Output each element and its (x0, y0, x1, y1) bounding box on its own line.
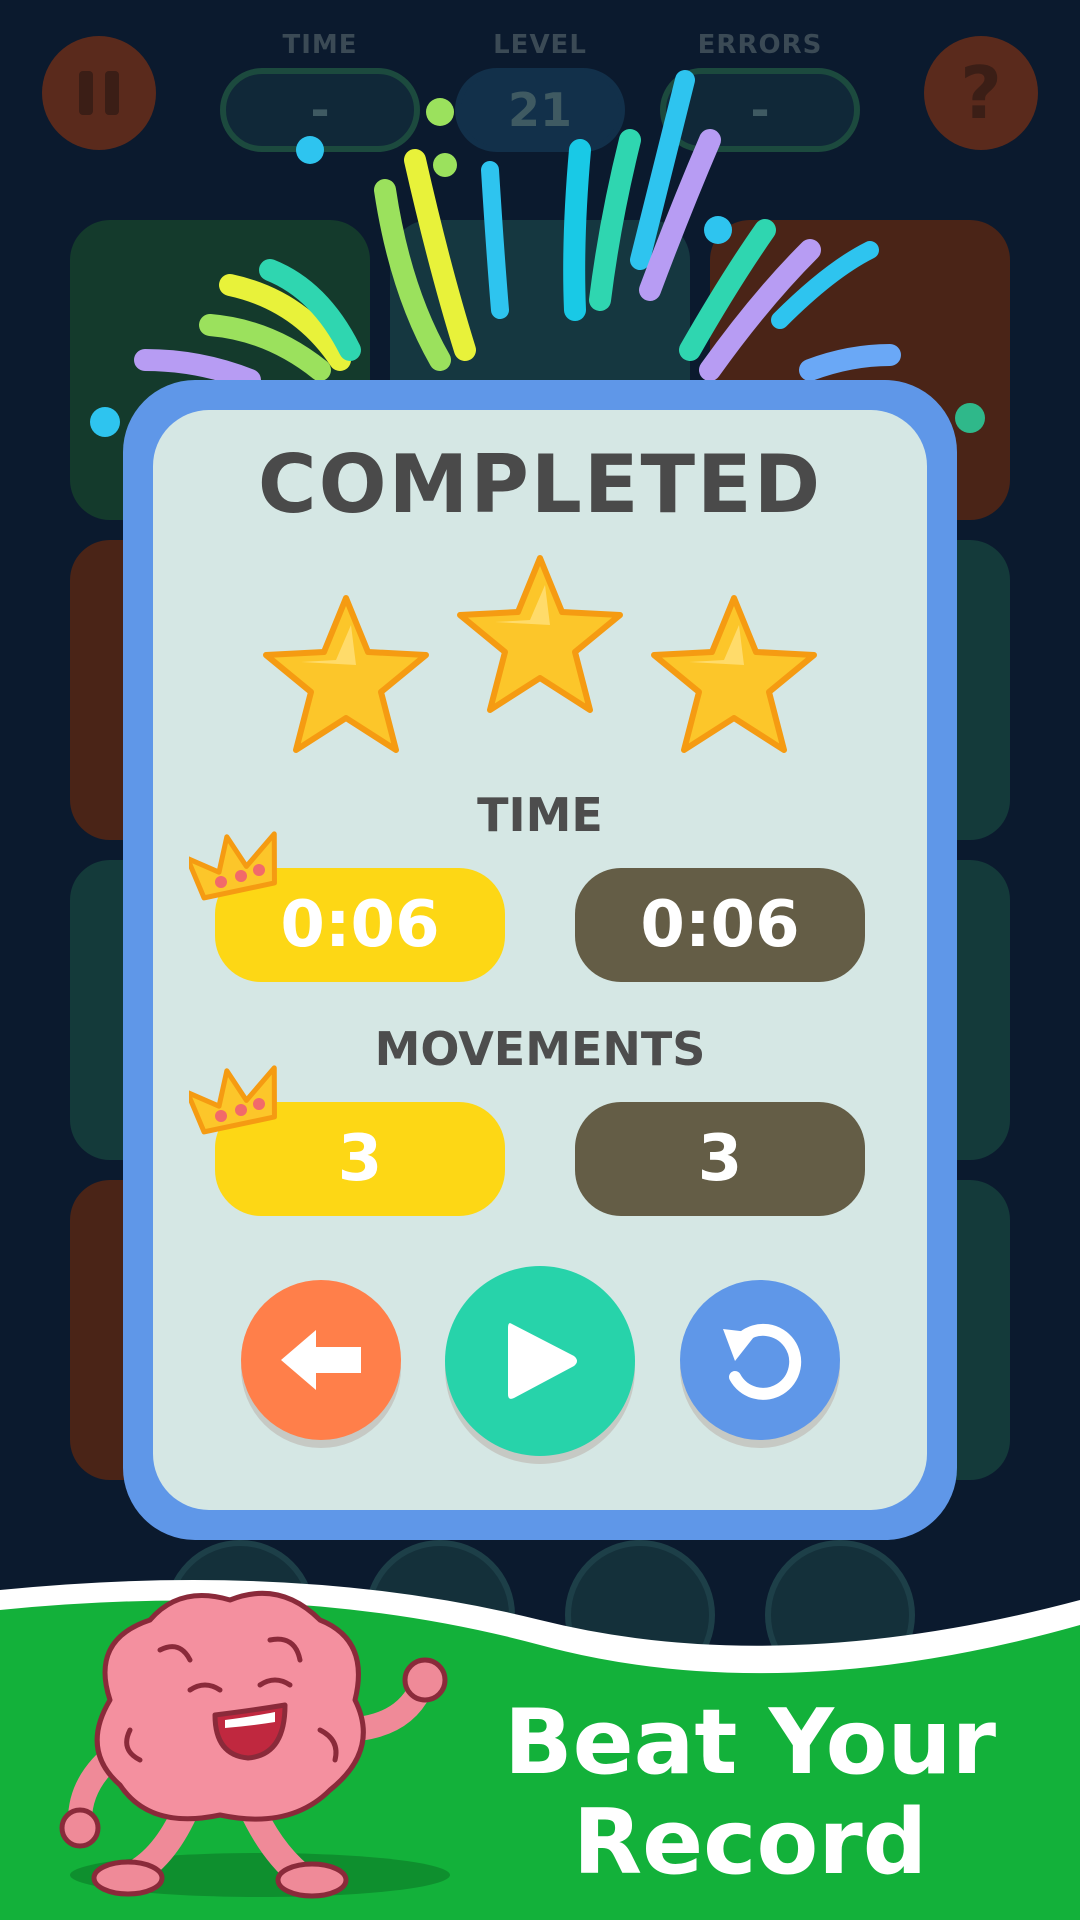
banner-line1: Beat Your (504, 1690, 996, 1795)
time-label: TIME (282, 30, 358, 60)
current-time-value: 0:06 (575, 868, 865, 982)
brain-mascot (59, 1590, 448, 1899)
banner-line2: Record (572, 1790, 928, 1895)
dialog-title: COMPLETED (257, 438, 823, 531)
level-complete-dialog: COMPLETED TIME 0:06 0:06 MOVEMENTS 3 3 (123, 380, 957, 1540)
arrow-left-icon (281, 1330, 361, 1390)
star-icon (460, 558, 620, 710)
crown-icon (189, 831, 277, 901)
star-icon (654, 598, 814, 750)
errors-label: ERRORS (697, 30, 823, 60)
back-button[interactable] (241, 1280, 401, 1440)
play-icon (508, 1323, 577, 1399)
stars-rating (153, 540, 927, 770)
crown-icon (189, 1065, 277, 1135)
restart-icon (723, 1323, 802, 1400)
current-movements-value: 3 (575, 1102, 865, 1216)
retry-button[interactable] (680, 1280, 840, 1440)
star-icon (266, 598, 426, 750)
next-level-button[interactable] (445, 1266, 635, 1456)
dialog-panel: COMPLETED TIME 0:06 0:06 MOVEMENTS 3 3 (153, 410, 927, 1510)
level-label: LEVEL (493, 30, 587, 60)
promo-banner: Beat Your Record (0, 1570, 1080, 1920)
